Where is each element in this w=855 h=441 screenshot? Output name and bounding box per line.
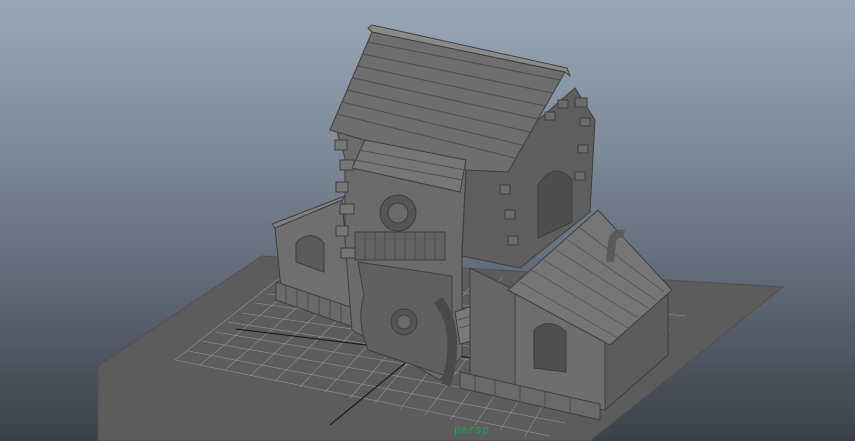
3d-scene[interactable] <box>0 0 855 441</box>
maya-perspective-viewport[interactable]: persp <box>0 0 855 441</box>
camera-label: persp <box>454 423 490 436</box>
right-wing-window <box>533 323 567 373</box>
